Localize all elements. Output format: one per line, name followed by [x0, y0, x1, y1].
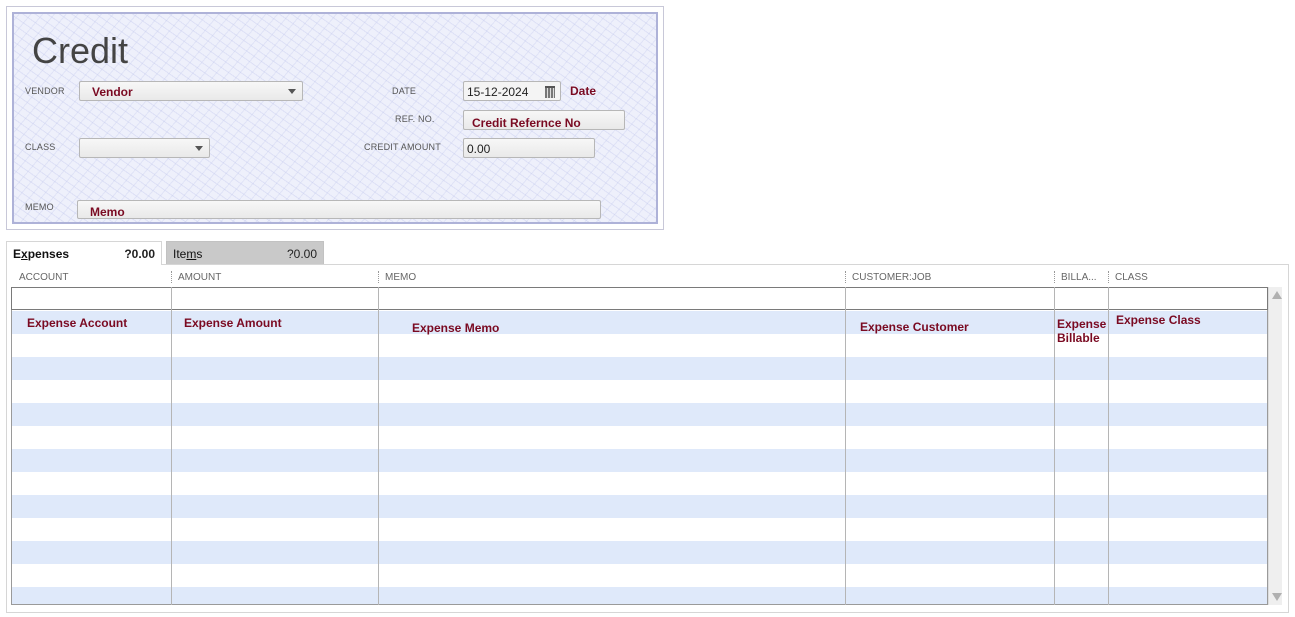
credit-amount-label: CREDIT AMOUNT [364, 142, 441, 152]
column-header-memo[interactable]: MEMO [385, 272, 416, 283]
ref-no-label: REF. NO. [395, 114, 435, 124]
column-separator[interactable] [171, 271, 172, 283]
ref-no-field[interactable]: Credit Refernce No [463, 110, 625, 130]
credit-amount-value: 0.00 [467, 142, 491, 156]
tab-items-label: Items [173, 247, 203, 261]
vendor-value: Vendor [92, 85, 133, 99]
cell-expense-customer[interactable]: Expense Customer [860, 320, 969, 334]
tab-expenses-total: ?0.00 [124, 247, 155, 261]
tab-items-total: ?0.00 [286, 247, 317, 261]
cell-expense-class[interactable]: Expense Class [1116, 313, 1201, 327]
calendar-icon[interactable] [545, 86, 555, 98]
cell-expense-memo[interactable]: Expense Memo [412, 321, 499, 335]
memo-field[interactable]: Memo [77, 200, 601, 219]
column-header-account[interactable]: ACCOUNT [19, 272, 68, 283]
class-label: CLASS [25, 142, 56, 152]
column-divider [1108, 287, 1109, 605]
column-divider [171, 287, 172, 605]
tab-expenses[interactable]: Expenses ?0.00 [6, 241, 162, 265]
date-field[interactable]: 15-12-2024 [463, 81, 561, 101]
credit-amount-field[interactable]: 0.00 [463, 138, 595, 158]
chevron-down-icon [195, 146, 203, 151]
table-edit-row[interactable] [11, 287, 1268, 310]
cell-expense-account[interactable]: Expense Account [27, 316, 127, 330]
column-header-amount[interactable]: AMOUNT [178, 272, 221, 283]
column-header-billable[interactable]: BILLA... [1061, 272, 1097, 283]
class-dropdown[interactable] [79, 138, 210, 158]
memo-label: MEMO [25, 202, 54, 212]
tab-items[interactable]: Items ?0.00 [166, 241, 324, 265]
table-scrollbar[interactable] [1268, 287, 1282, 605]
column-divider [378, 287, 379, 605]
cell-expense-amount[interactable]: Expense Amount [184, 316, 282, 330]
vendor-label: VENDOR [25, 86, 65, 96]
column-separator[interactable] [1108, 271, 1109, 283]
column-separator[interactable] [845, 271, 846, 283]
chevron-down-icon [288, 89, 296, 94]
scroll-up-arrow-icon[interactable] [1272, 291, 1282, 299]
column-separator[interactable] [378, 271, 379, 283]
vendor-dropdown[interactable]: Vendor [79, 81, 303, 101]
column-header-class[interactable]: CLASS [1115, 272, 1148, 283]
form-title: Credit [32, 30, 129, 71]
credit-form-background: Credit VENDOR Vendor CLASS MEMO Memo DAT… [12, 12, 658, 224]
column-divider [845, 287, 846, 605]
tab-expenses-label: Expenses [13, 247, 70, 261]
credit-form-panel: Credit VENDOR Vendor CLASS MEMO Memo DAT… [6, 6, 664, 230]
date-value: 15-12-2024 [467, 85, 529, 99]
ref-no-value: Credit Refernce No [472, 116, 581, 130]
memo-value: Memo [90, 205, 125, 219]
date-tag: Date [570, 84, 597, 98]
column-separator[interactable] [1054, 271, 1055, 283]
date-label: DATE [392, 86, 417, 96]
column-divider [1054, 287, 1055, 605]
cell-expense-billable[interactable]: Expense Billable [1057, 317, 1106, 345]
column-header-customer-job[interactable]: CUSTOMER:JOB [852, 272, 931, 283]
scroll-down-arrow-icon[interactable] [1272, 593, 1282, 601]
